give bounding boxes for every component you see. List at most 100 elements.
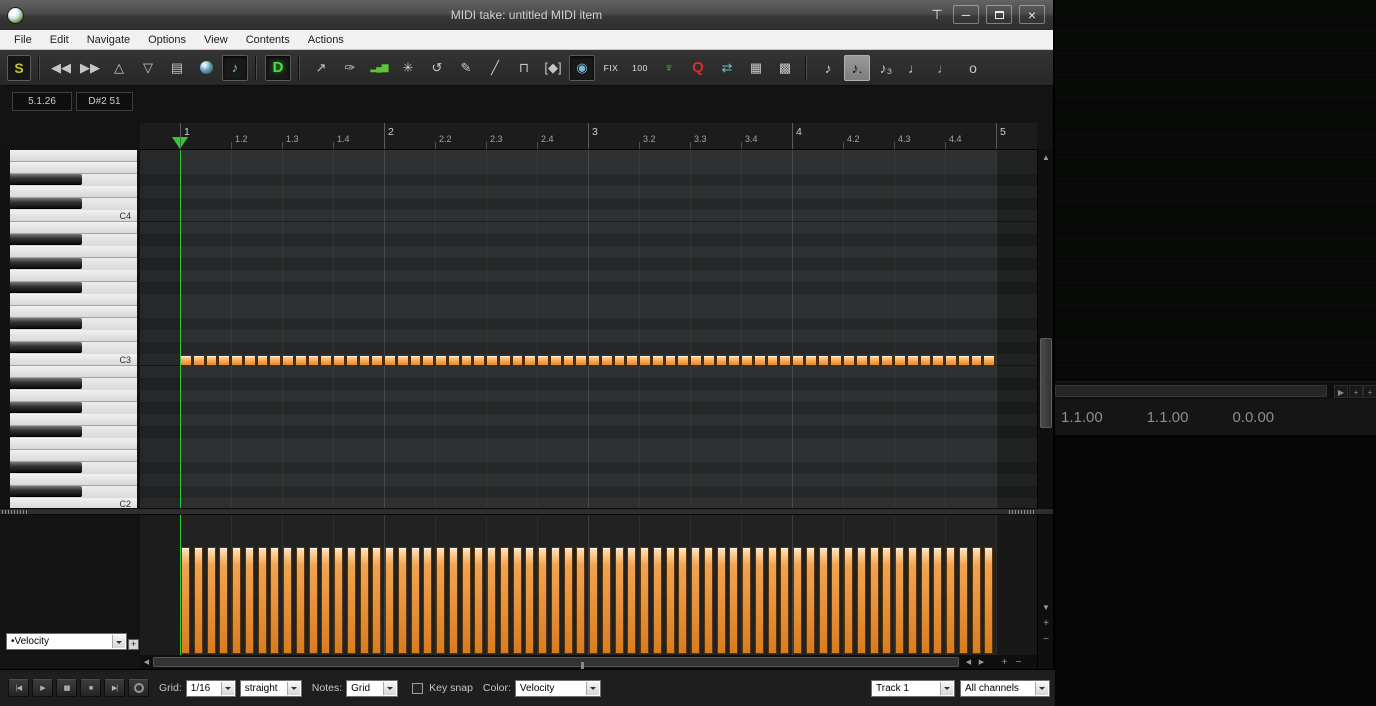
piano-key-fs2[interactable] [10,426,137,438]
piano-key-ds2[interactable] [10,462,137,474]
velocity-bar[interactable] [818,547,828,654]
menu-file[interactable]: File [5,34,41,46]
edit-lock-button[interactable]: ✑ [337,55,363,81]
velocity-bar[interactable] [589,547,598,654]
h-zoom-out-icon[interactable]: − [1012,655,1025,669]
velocity-bar[interactable] [716,547,726,654]
grid-extend-button[interactable]: ▩ [772,55,798,81]
midi-note[interactable] [804,355,817,366]
midi-note[interactable] [371,355,383,366]
midi-note[interactable] [830,355,842,366]
menu-navigate[interactable]: Navigate [78,34,139,46]
velocity-bar[interactable] [244,547,254,654]
velocity-bar[interactable] [729,547,739,654]
compact-mode-button[interactable]: ◉ [569,54,595,81]
midi-note[interactable] [447,355,460,366]
midi-note[interactable] [409,355,422,366]
piano-key-e4[interactable] [10,162,137,174]
velocity-bar[interactable] [397,547,407,654]
midi-note[interactable] [983,355,995,366]
midi-note[interactable] [639,355,651,366]
velocity-bar[interactable] [895,547,904,654]
midi-note[interactable] [664,355,677,366]
piano-key-c4[interactable]: C4 [10,210,137,222]
midi-note[interactable] [511,355,524,366]
grid-settings-button[interactable]: ▦ [743,55,769,81]
velocity-bar[interactable] [665,547,675,654]
velocity-bar[interactable] [550,547,560,654]
piano-keyboard[interactable]: C4 C3 C2 [0,150,140,508]
titlebar[interactable]: MIDI take: untitled MIDI item ⊤ ─ × [0,0,1053,30]
piano-key-gs3[interactable] [10,258,137,270]
velocity-bar[interactable] [334,547,343,654]
piano-key-ds4[interactable] [10,174,137,186]
fix-length-button[interactable]: FIX [598,55,624,81]
velocity-bar[interactable] [321,547,331,654]
midi-note[interactable] [473,355,485,366]
next-measure-button[interactable]: ▶▶ [77,55,103,81]
scroll-left-step-icon[interactable]: ◀ [962,655,975,669]
midi-note[interactable] [180,355,192,366]
track-select[interactable]: Track 1 [871,679,955,697]
stop-button[interactable]: ■ [80,679,101,697]
main-scroll-right-icon[interactable]: ▶ [1334,385,1348,398]
velocity-bar[interactable] [844,547,853,654]
event-list-button[interactable]: ▤ [164,55,190,81]
midi-note[interactable] [486,355,498,366]
lasso-button[interactable]: ↺ [424,55,450,81]
midi-note[interactable] [435,355,447,366]
close-button[interactable]: × [1019,5,1045,24]
velocity-bar[interactable] [436,547,445,654]
midi-note[interactable] [677,355,689,366]
velocity-bar[interactable] [181,547,190,654]
grid-division-select[interactable]: 1/16 [185,679,236,697]
midi-note[interactable] [894,355,906,366]
velocity-bar[interactable] [512,547,522,654]
piano-key-b2[interactable] [10,366,137,378]
midi-note[interactable] [498,355,511,366]
midi-note[interactable] [192,355,205,366]
velocity-bar[interactable] [499,547,509,654]
pause-button[interactable]: ▮▮ [56,679,77,697]
midi-note[interactable] [282,355,294,366]
velocity-bar[interactable] [219,547,229,654]
velocity-bar[interactable] [525,547,535,654]
cc-lane-select[interactable]: •Velocity [6,633,127,650]
midi-note[interactable] [358,355,371,366]
velocity-bar[interactable] [652,547,662,654]
midi-note[interactable] [524,355,536,366]
menu-view[interactable]: View [195,34,237,46]
piano-key-d4[interactable] [10,186,137,198]
midi-note[interactable] [231,355,243,366]
note-grid[interactable] [140,150,1037,508]
velocity-bar[interactable] [423,547,433,654]
pin-button[interactable]: ⊤ [928,5,946,24]
piano-key-f3[interactable] [10,294,137,306]
menu-actions[interactable]: Actions [299,34,353,46]
main-zoom-out-icon[interactable]: + [1363,385,1376,398]
note-whole-button[interactable]: o [960,55,986,81]
piano-key-cs2[interactable] [10,486,137,498]
scroll-left-icon[interactable]: ◀ [140,655,153,669]
insert-note-button[interactable]: ↗ [308,55,334,81]
velocity-bar[interactable] [359,547,369,654]
horizontal-scrollbar[interactable]: ◀ ◀ ▶ + − [140,655,1053,669]
velocity-bar[interactable] [270,547,280,654]
velocity-bar[interactable] [308,547,318,654]
velocity-bar[interactable] [831,547,841,654]
velocity-bar[interactable] [563,547,573,654]
piano-key-c3[interactable]: C3 [10,354,137,366]
midi-note[interactable] [779,355,791,366]
zoom-out-icon[interactable]: − [1038,632,1054,646]
color-mode-select[interactable]: Velocity [514,679,601,697]
midi-note[interactable] [690,355,702,366]
midi-note[interactable] [562,355,575,366]
zoom-in-icon[interactable]: + [1038,616,1054,630]
midi-note[interactable] [932,355,944,366]
velocity-bar[interactable] [933,547,943,654]
cc-lanes-button[interactable]: ▂▄▆ [366,55,392,81]
swap-channels-button[interactable]: ⇄ [714,55,740,81]
channel-select[interactable]: All channels [960,679,1050,697]
velocity-bar[interactable] [793,547,802,654]
midi-note[interactable] [715,355,728,366]
